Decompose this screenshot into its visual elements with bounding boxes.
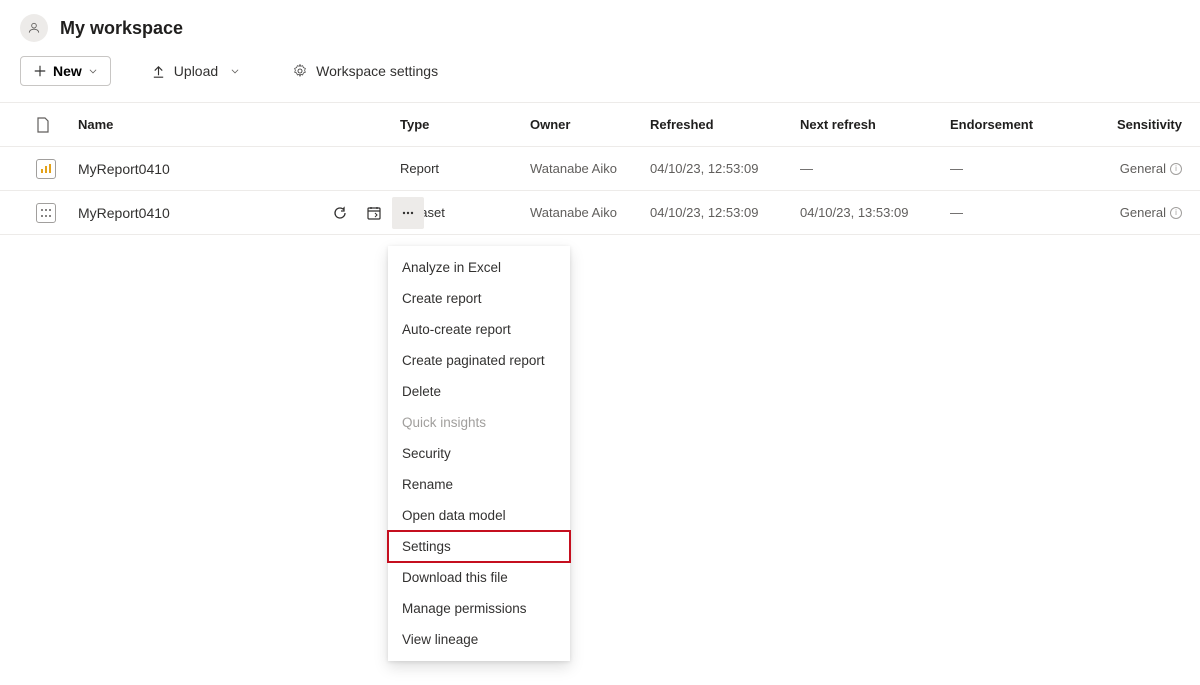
menu-item-quick-insights: Quick insights	[388, 407, 570, 438]
new-button[interactable]: New	[20, 56, 111, 86]
new-button-label: New	[53, 63, 82, 79]
menu-item-auto-create-report[interactable]: Auto-create report	[388, 314, 570, 345]
menu-item-rename[interactable]: Rename	[388, 469, 570, 500]
upload-label: Upload	[174, 63, 218, 79]
menu-item-security[interactable]: Security	[388, 438, 570, 469]
row-refreshed: 04/10/23, 12:53:09	[650, 161, 800, 176]
sensitivity-label: General	[1120, 205, 1166, 220]
menu-item-create-report[interactable]: Create report	[388, 283, 570, 314]
row-next-refresh: —	[800, 161, 950, 176]
row-actions	[324, 197, 424, 229]
row-name[interactable]: MyReport0410	[60, 161, 400, 177]
workspace-settings-button[interactable]: Workspace settings	[280, 57, 450, 85]
table-row[interactable]: MyReport0410	[0, 191, 1200, 235]
column-next-refresh[interactable]: Next refresh	[800, 117, 950, 132]
menu-item-manage-permissions[interactable]: Manage permissions	[388, 593, 570, 624]
row-sensitivity: General i	[1070, 205, 1200, 220]
chevron-down-icon	[88, 66, 98, 76]
workspace-avatar	[20, 14, 48, 42]
report-icon	[40, 164, 52, 174]
row-sensitivity: General i	[1070, 161, 1200, 176]
menu-item-analyze-in-excel[interactable]: Analyze in Excel	[388, 252, 570, 283]
more-options-button[interactable]	[392, 197, 424, 229]
upload-icon	[151, 64, 166, 79]
row-type-icon	[0, 159, 60, 179]
column-endorsement[interactable]: Endorsement	[950, 117, 1070, 132]
upload-button[interactable]: Upload	[139, 57, 252, 85]
row-owner: Watanabe Aiko	[530, 205, 650, 220]
menu-item-open-data-model[interactable]: Open data model	[388, 500, 570, 531]
menu-item-create-paginated-report[interactable]: Create paginated report	[388, 345, 570, 376]
refresh-icon	[332, 205, 348, 221]
schedule-icon	[366, 205, 382, 221]
workspace-title: My workspace	[60, 18, 183, 39]
menu-item-delete[interactable]: Delete	[388, 376, 570, 407]
workspace-settings-label: Workspace settings	[316, 63, 438, 79]
file-icon	[36, 117, 50, 133]
refresh-button[interactable]	[324, 197, 356, 229]
info-icon[interactable]: i	[1170, 163, 1182, 175]
plus-icon	[33, 64, 47, 78]
column-owner[interactable]: Owner	[530, 117, 650, 132]
column-sensitivity[interactable]: Sensitivity	[1070, 117, 1200, 132]
row-refreshed: 04/10/23, 12:53:09	[650, 205, 800, 220]
person-icon	[27, 21, 41, 35]
row-endorsement: —	[950, 205, 1070, 220]
column-icon	[0, 117, 60, 133]
table-header: Name Type Owner Refreshed Next refresh E…	[0, 103, 1200, 147]
workspace-header: My workspace	[0, 0, 1200, 50]
dataset-icon	[40, 208, 52, 218]
toolbar: New Upload Workspace settings	[0, 50, 1200, 103]
row-type: Report	[400, 161, 530, 176]
schedule-refresh-button[interactable]	[358, 197, 390, 229]
content-table: Name Type Owner Refreshed Next refresh E…	[0, 103, 1200, 235]
menu-item-view-lineage[interactable]: View lineage	[388, 624, 570, 655]
table-row[interactable]: MyReport0410 Report Watanabe Aiko 04/10/…	[0, 147, 1200, 191]
info-icon[interactable]: i	[1170, 207, 1182, 219]
context-menu: Analyze in ExcelCreate reportAuto-create…	[388, 246, 570, 661]
menu-item-settings[interactable]: Settings	[388, 531, 570, 562]
sensitivity-label: General	[1120, 161, 1166, 176]
menu-item-download-this-file[interactable]: Download this file	[388, 562, 570, 593]
column-type[interactable]: Type	[400, 117, 530, 132]
row-next-refresh: 04/10/23, 13:53:09	[800, 205, 950, 220]
row-type-icon	[0, 203, 60, 223]
chevron-down-icon	[230, 66, 240, 76]
gear-icon	[292, 63, 308, 79]
row-owner: Watanabe Aiko	[530, 161, 650, 176]
column-name[interactable]: Name	[60, 117, 400, 132]
column-refreshed[interactable]: Refreshed	[650, 117, 800, 132]
row-endorsement: —	[950, 161, 1070, 176]
more-icon	[400, 205, 416, 221]
